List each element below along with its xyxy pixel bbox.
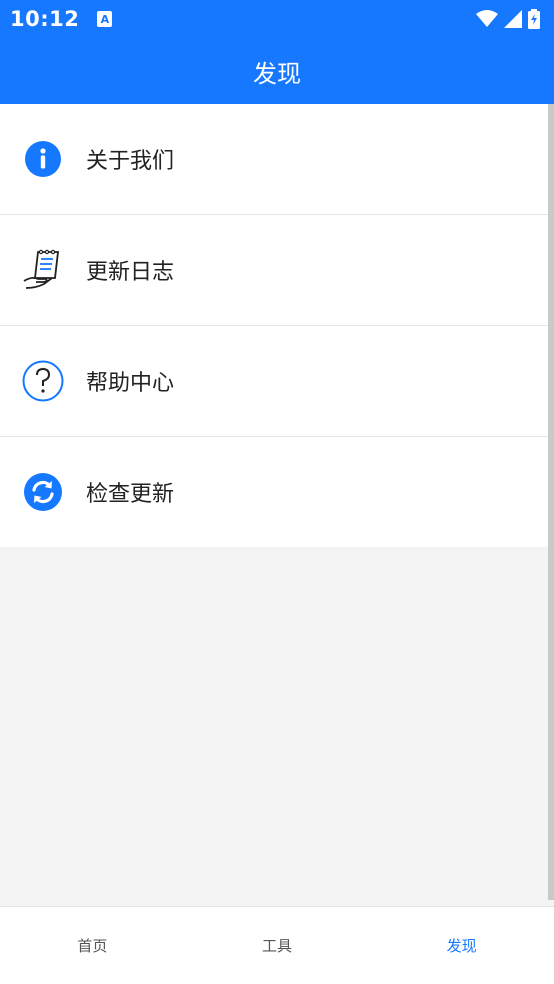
menu-item-label: 关于我们 [86, 149, 175, 174]
tab-home[interactable]: 首页 [0, 907, 185, 984]
help-icon [22, 360, 64, 402]
menu-item-label: 检查更新 [86, 482, 175, 507]
info-icon [22, 138, 64, 180]
scrollbar[interactable] [548, 104, 554, 900]
battery-charging-icon [528, 9, 540, 29]
menu-item-help[interactable]: 帮助中心 [0, 326, 548, 437]
menu-item-label: 帮助中心 [86, 371, 175, 396]
tab-tools[interactable]: 工具 [185, 907, 370, 984]
tab-discover[interactable]: 发现 [369, 907, 554, 984]
discover-menu: 关于我们 更新日志 帮助中心 检查更新 [0, 104, 548, 547]
status-bar: 10:12 A [0, 0, 554, 38]
menu-item-changelog[interactable]: 更新日志 [0, 215, 548, 326]
bottom-tab-bar: 首页 工具 发现 [0, 906, 554, 984]
wifi-icon [476, 10, 498, 27]
menu-item-label: 更新日志 [86, 260, 175, 285]
status-time: 10:12 [10, 7, 80, 31]
page-title: 发现 [253, 59, 301, 88]
app-header: 发现 [0, 38, 554, 104]
a-letter-icon: A [97, 11, 113, 27]
signal-icon [504, 10, 522, 28]
refresh-icon [22, 471, 64, 513]
changelog-icon [22, 249, 64, 291]
menu-item-check-update[interactable]: 检查更新 [0, 437, 548, 547]
status-icons [476, 9, 540, 29]
menu-item-about[interactable]: 关于我们 [0, 104, 548, 215]
